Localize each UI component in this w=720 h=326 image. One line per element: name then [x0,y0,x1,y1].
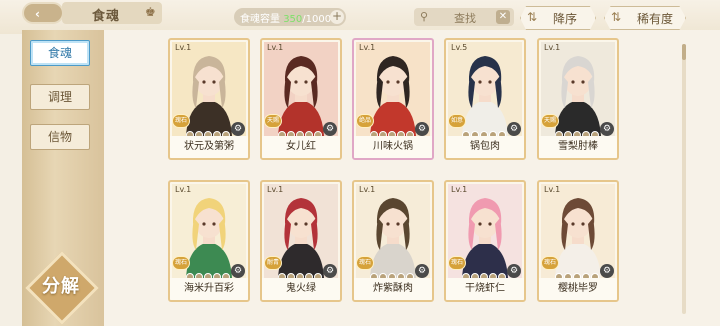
equip-icon[interactable]: ⚙ [507,264,521,278]
star-rating [278,124,323,139]
top-bar: ‹ 食魂 ♚ 食魂容量 350/1000 + ⚲ 查找 ✕ ⇅ 降序 ⇅ 稀有度 [0,0,720,34]
character-portrait: Lv.1 耐青 ⚙ [264,184,338,281]
character-portrait: Lv.1 天赐 ⚙ [541,42,615,139]
tab-tokens[interactable]: 信物 [30,124,90,150]
star-rating [462,124,507,139]
card-name: 状元及第粥 [170,136,248,158]
character-portrait: Lv.1 绝品 ⚙ [356,42,430,139]
level-label: Lv.1 [359,185,376,194]
star-rating [555,266,600,281]
character-portrait: Lv.5 如意 ⚙ [448,42,522,139]
card-name: 雪梨肘棒 [539,136,617,158]
soul-card[interactable]: Lv.5 如意 ⚙ 锅包肉 [444,38,526,160]
equip-icon[interactable]: ⚙ [600,122,614,136]
card-name: 鬼火绿 [262,278,340,300]
sort-by-button[interactable]: ⇅ 稀有度 [604,6,686,30]
search-icon: ⚲ [420,10,429,23]
page-title: 食魂 [92,9,121,24]
soul-card[interactable]: Lv.1 天赐 ⚙ 女儿红 [260,38,342,160]
tab-cooking[interactable]: 调理 [30,84,90,110]
card-name: 女儿红 [262,136,340,158]
sort-by-label: 稀有度 [637,12,674,26]
card-name: 樱桃毕罗 [539,278,617,300]
filter-icon: ⇅ [611,10,622,24]
back-arrow-icon: ‹ [35,7,40,21]
capacity-current: 350 [283,14,303,25]
back-button[interactable]: ‹ [22,2,64,24]
star-rating [186,124,231,139]
tab-food-souls[interactable]: 食魂 [30,40,90,66]
character-portrait: Lv.1 瑰石 ⚙ [172,184,246,281]
add-capacity-button[interactable]: + [330,10,344,24]
card-name: 锅包肉 [446,136,524,158]
crown-icon[interactable]: ♚ [145,5,156,19]
star-rating [370,266,415,281]
level-label: Lv.1 [451,185,468,194]
soul-card[interactable]: Lv.1 瑰石 ⚙ 海米升百彩 [168,180,250,302]
decompose-label: 分解 [42,276,80,297]
character-portrait: Lv.1 瑰石 ⚙ [172,42,246,139]
search-placeholder: 查找 [454,12,476,25]
character-portrait: Lv.1 瑰石 ⚙ [541,184,615,281]
level-label: Lv.1 [175,43,192,52]
equip-icon[interactable]: ⚙ [415,264,429,278]
capacity-max: /1000 [302,14,332,25]
soul-card[interactable]: Lv.1 绝品 ⚙ 川味火锅 [352,38,434,160]
soul-card[interactable]: Lv.1 瑰石 ⚙ 樱桃毕罗 [537,180,619,302]
card-name: 川味火锅 [354,136,432,158]
equip-icon[interactable]: ⚙ [323,264,337,278]
star-rating [186,266,231,281]
sort-order-label: 降序 [553,12,578,26]
capacity-bar: 食魂容量 350/1000 + [234,8,346,26]
clear-search-button[interactable]: ✕ [496,10,510,24]
level-label: Lv.1 [544,185,561,194]
card-name: 海米升百彩 [170,278,248,300]
soul-card[interactable]: Lv.1 瑰石 ⚙ 干烧虾仁 [444,180,526,302]
equip-icon[interactable]: ⚙ [415,122,429,136]
scrollbar-thumb[interactable] [682,44,686,60]
card-name: 炸紫酥肉 [354,278,432,300]
character-portrait: Lv.1 瑰石 ⚙ [356,184,430,281]
equip-icon[interactable]: ⚙ [600,264,614,278]
sort-order-button[interactable]: ⇅ 降序 [520,6,596,30]
star-rating [278,266,323,281]
soul-card[interactable]: Lv.1 天赐 ⚙ 雪梨肘棒 [537,38,619,160]
equip-icon[interactable]: ⚙ [231,122,245,136]
equip-icon[interactable]: ⚙ [231,264,245,278]
character-portrait: Lv.1 瑰石 ⚙ [448,184,522,281]
soul-card[interactable]: Lv.1 瑰石 ⚙ 炸紫酥肉 [352,180,434,302]
star-rating [555,124,600,139]
soul-card[interactable]: Lv.1 耐青 ⚙ 鬼火绿 [260,180,342,302]
capacity-label: 食魂容量 [240,14,284,25]
sort-order-icon: ⇅ [527,10,538,24]
character-portrait: Lv.1 天赐 ⚙ [264,42,338,139]
level-label: Lv.1 [267,185,284,194]
search-box[interactable]: ⚲ 查找 ✕ [414,8,514,26]
scrollbar-track[interactable] [682,44,686,314]
soul-card[interactable]: Lv.1 瑰石 ⚙ 状元及第粥 [168,38,250,160]
level-label: Lv.1 [544,43,561,52]
level-label: Lv.1 [175,185,192,194]
equip-icon[interactable]: ⚙ [507,122,521,136]
card-name: 干烧虾仁 [446,278,524,300]
star-rating [462,266,507,281]
level-label: Lv.1 [267,43,284,52]
level-label: Lv.1 [359,43,376,52]
star-rating [370,124,415,139]
level-label: Lv.5 [451,43,468,52]
equip-icon[interactable]: ⚙ [323,122,337,136]
